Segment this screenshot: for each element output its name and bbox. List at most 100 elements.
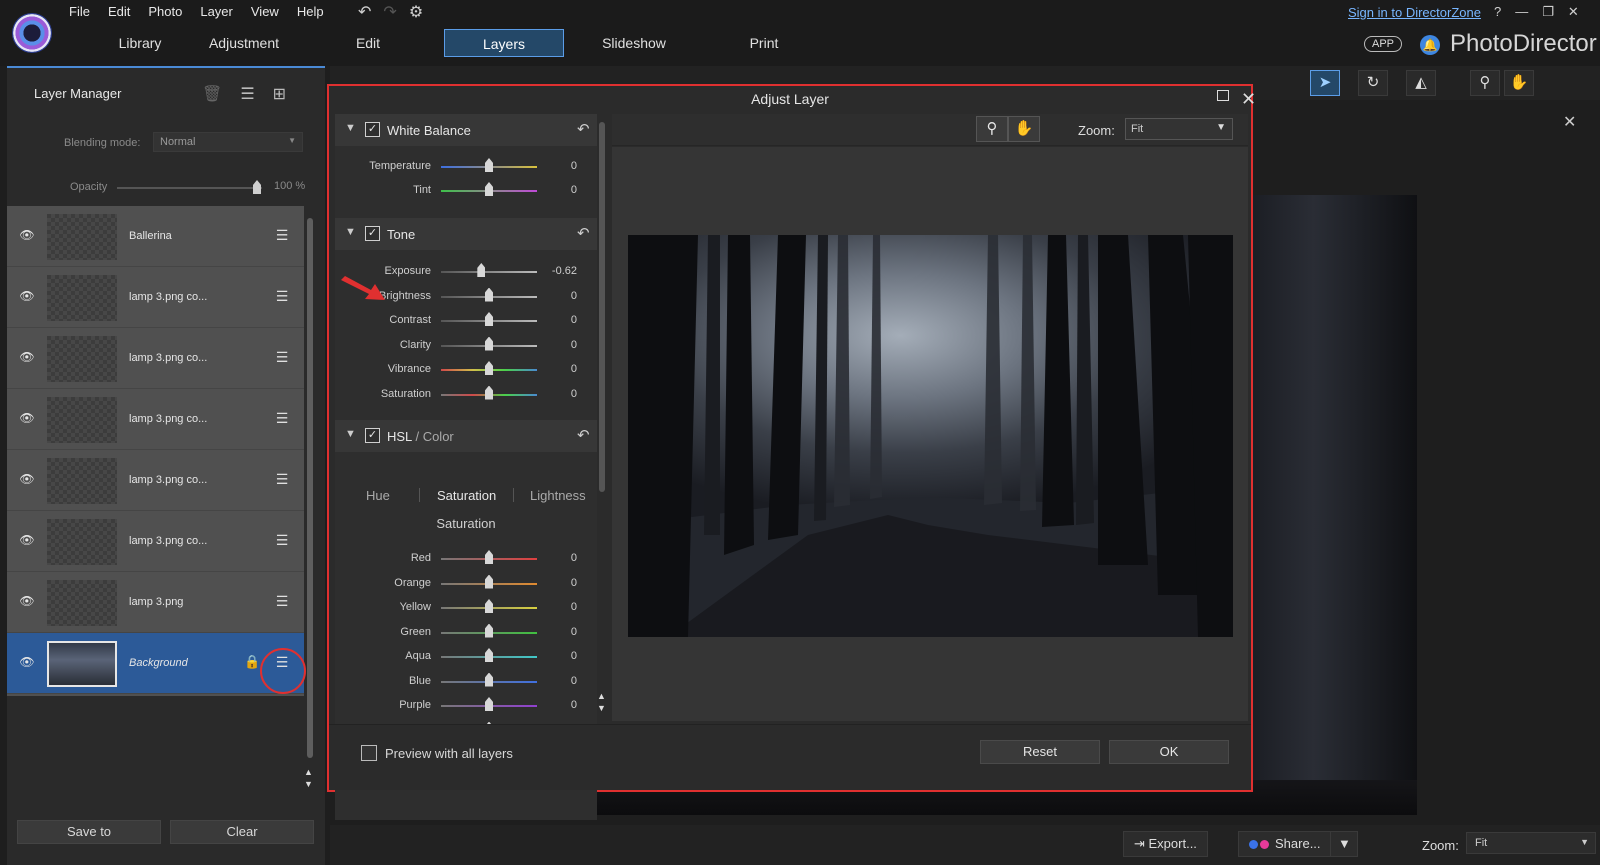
visibility-eye-icon[interactable]: 👁 (19, 533, 35, 547)
slider-track[interactable] (441, 271, 537, 273)
white-balance-checkbox[interactable]: ✓ (365, 122, 380, 137)
adjust-layer-icon[interactable]: ☰ (273, 349, 291, 365)
slider-thumb[interactable] (485, 385, 493, 400)
section-hsl[interactable]: ▼ ✓ HSL / Color ↶ (335, 420, 597, 452)
reset-undo-icon[interactable]: ↶ (577, 426, 590, 444)
layer-row[interactable]: 👁 lamp 3.png co... ☰ (7, 267, 304, 328)
app-badge[interactable]: APP (1364, 36, 1403, 52)
undo-icon[interactable]: ↶ (358, 2, 371, 22)
layers-scrollbar[interactable] (307, 218, 313, 758)
visibility-eye-icon[interactable]: 👁 (19, 655, 35, 669)
hsl-checkbox[interactable]: ✓ (365, 428, 380, 443)
opacity-slider-thumb[interactable] (253, 180, 261, 194)
reset-undo-icon[interactable]: ↶ (577, 224, 590, 242)
sign-in-link[interactable]: Sign in to DirectorZone (1348, 5, 1481, 20)
chevron-down-icon[interactable]: ▼ (345, 226, 356, 238)
reset-undo-icon[interactable]: ↶ (577, 120, 590, 138)
layer-row[interactable]: 👁 lamp 3.png co... ☰ (7, 511, 304, 572)
share-button[interactable]: Share... (1238, 831, 1332, 857)
minimize-icon[interactable]: — (1515, 4, 1528, 20)
slider-thumb[interactable] (477, 263, 486, 277)
hsl-title-sub[interactable]: Color (423, 429, 454, 444)
flip-icon[interactable]: ◭ (1406, 70, 1436, 96)
zoom-select[interactable]: Fit (1466, 832, 1596, 854)
maximize-icon[interactable] (1217, 90, 1229, 101)
slider-thumb[interactable] (485, 182, 493, 196)
adjust-layer-icon[interactable]: ☰ (273, 532, 291, 548)
hsl-tab-saturation[interactable]: Saturation (437, 488, 496, 503)
visibility-eye-icon[interactable]: 👁 (19, 594, 35, 608)
slider-thumb[interactable] (485, 287, 493, 302)
settings-gear-icon[interactable]: ⚙ (409, 2, 423, 22)
notification-bell-icon[interactable]: 🔔 (1420, 35, 1440, 55)
ok-button[interactable]: OK (1109, 740, 1229, 764)
slider-thumb[interactable] (485, 361, 493, 375)
export-button[interactable]: ⇥ Export... (1123, 831, 1208, 857)
visibility-eye-icon[interactable]: 👁 (19, 411, 35, 425)
adjust-layer-icon[interactable]: ☰ (273, 227, 291, 243)
share-dropdown-icon[interactable]: ▼ (1330, 831, 1358, 857)
visibility-eye-icon[interactable]: 👁 (19, 472, 35, 486)
chevron-down-icon[interactable]: ▼ (345, 122, 356, 134)
preview-zoom-select[interactable]: Fit (1125, 118, 1233, 140)
zoom-tool-icon[interactable]: ⚲ (1470, 70, 1500, 96)
layer-row[interactable]: 👁 lamp 3.png co... ☰ (7, 328, 304, 389)
visibility-eye-icon[interactable]: 👁 (19, 228, 35, 242)
tab-adjustment[interactable]: Adjustment (182, 29, 306, 57)
adjust-layer-icon[interactable]: ☰ (273, 410, 291, 426)
tab-edit[interactable]: Edit (308, 29, 428, 57)
layers-scroll-arrows[interactable]: ▲ ▼ (304, 766, 313, 790)
adjust-layer-icon[interactable]: ☰ (273, 471, 291, 487)
reset-button[interactable]: Reset (980, 740, 1100, 764)
select-arrow-icon[interactable]: ➤ (1310, 70, 1340, 96)
slider-thumb[interactable] (485, 623, 493, 638)
rotate-icon[interactable]: ↻ (1358, 70, 1388, 96)
trash-icon[interactable]: 🗑 (202, 84, 222, 104)
menu-layer[interactable]: Layer (191, 2, 242, 21)
layer-row[interactable]: 👁 lamp 3.png ☰ (7, 572, 304, 633)
tab-print[interactable]: Print (704, 29, 824, 57)
slider-thumb[interactable] (485, 574, 493, 589)
slider-thumb[interactable] (485, 672, 493, 687)
layer-menu-icon[interactable]: ☰ (240, 84, 254, 104)
slider-thumb[interactable] (485, 550, 493, 564)
save-to-button[interactable]: Save to (17, 820, 161, 844)
visibility-eye-icon[interactable]: 👁 (19, 289, 35, 303)
menu-edit[interactable]: Edit (99, 2, 139, 21)
zoom-magnifier-icon[interactable]: ⚲ (976, 116, 1008, 142)
slider-thumb[interactable] (485, 312, 493, 326)
adjust-layer-icon[interactable]: ☰ (273, 593, 291, 609)
close-icon[interactable]: ✕ (1568, 4, 1579, 20)
settings-scroll-arrows[interactable]: ▲ ▼ (597, 690, 606, 714)
clear-button[interactable]: Clear (170, 820, 314, 844)
menu-view[interactable]: View (242, 2, 288, 21)
hsl-tab-lightness[interactable]: Lightness (530, 488, 586, 503)
add-layer-icon[interactable]: ⊞ (273, 84, 286, 104)
preview-all-layers-checkbox[interactable] (361, 745, 377, 761)
slider-thumb[interactable] (485, 158, 493, 172)
pan-hand-icon[interactable]: ✋ (1008, 116, 1040, 142)
tone-checkbox[interactable]: ✓ (365, 226, 380, 241)
slider-thumb[interactable] (485, 697, 493, 711)
section-white-balance[interactable]: ▼ ✓ White Balance ↶ (335, 114, 597, 146)
pan-hand-icon[interactable]: ✋ (1504, 70, 1534, 96)
hsl-tab-hue[interactable]: Hue (366, 488, 390, 503)
layer-row-background[interactable]: 👁 Background 🔒 ☰ (7, 633, 304, 694)
slider-thumb[interactable] (485, 648, 493, 662)
adjust-layer-icon[interactable]: ☰ (273, 288, 291, 304)
visibility-eye-icon[interactable]: 👁 (19, 350, 35, 364)
slider-thumb[interactable] (485, 599, 493, 613)
menu-help[interactable]: Help (288, 2, 333, 21)
chevron-down-icon[interactable]: ▼ (345, 428, 356, 440)
layer-row[interactable]: 👁 Ballerina ☰ (7, 206, 304, 267)
opacity-slider-track[interactable] (117, 187, 262, 189)
restore-icon[interactable]: ❐ (1542, 4, 1554, 20)
section-tone[interactable]: ▼ ✓ Tone ↶ (335, 218, 597, 250)
menu-file[interactable]: File (60, 2, 99, 21)
tab-layers[interactable]: Layers (444, 29, 564, 57)
dialog-close-icon[interactable]: ✕ (1241, 86, 1256, 112)
help-icon[interactable]: ? (1494, 4, 1501, 20)
menu-photo[interactable]: Photo (139, 2, 191, 21)
slider-thumb[interactable] (485, 336, 493, 351)
tab-slideshow[interactable]: Slideshow (574, 29, 694, 57)
